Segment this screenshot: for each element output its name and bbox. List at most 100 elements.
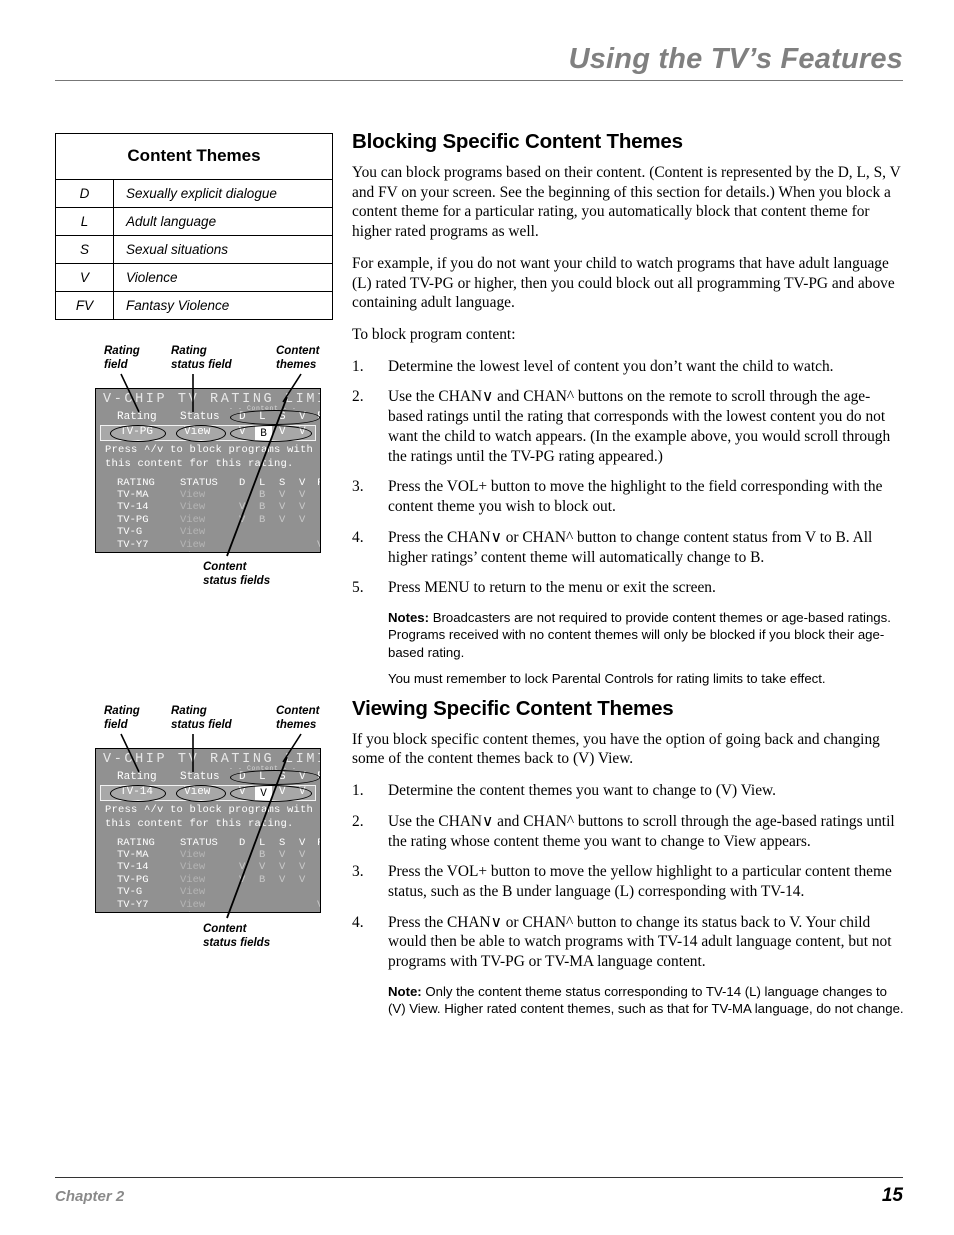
section-heading-viewing: Viewing Specific Content Themes bbox=[352, 696, 674, 720]
tv-cursor-field[interactable]: B bbox=[255, 425, 272, 441]
row-status[interactable]: View bbox=[180, 886, 205, 898]
tv-highlight-rating[interactable]: TV-PG bbox=[120, 426, 153, 438]
header-rule bbox=[55, 80, 903, 82]
row-S[interactable]: V bbox=[279, 489, 285, 501]
list-item: 4. Press the CHAN∨ or CHAN^ button to ch… bbox=[352, 913, 904, 972]
note-label: Note: bbox=[388, 983, 422, 999]
tv-col-V: V bbox=[299, 411, 306, 423]
row-V[interactable]: V bbox=[299, 501, 305, 513]
table-row[interactable]: TV-G View bbox=[96, 526, 320, 538]
tv-col-S: S bbox=[279, 771, 286, 783]
table-row[interactable]: TV-Y View bbox=[96, 551, 320, 552]
row-L[interactable]: B bbox=[259, 489, 265, 501]
row-L[interactable]: B bbox=[259, 874, 265, 886]
row-status[interactable]: View bbox=[180, 849, 205, 861]
step-number: 1. bbox=[352, 782, 364, 800]
tv-highlight-D[interactable]: V bbox=[239, 426, 246, 438]
row-V[interactable]: V bbox=[299, 874, 305, 886]
row-status[interactable]: View bbox=[180, 514, 205, 526]
list-item: 5. Press MENU to return to the menu or e… bbox=[352, 578, 904, 598]
row-L[interactable]: V bbox=[259, 861, 265, 873]
row-status[interactable]: View bbox=[180, 489, 205, 501]
callout-rating-field: Rating field bbox=[104, 345, 140, 372]
row-V[interactable]: V bbox=[299, 849, 305, 861]
table-row[interactable]: TV-MA View B V V bbox=[96, 489, 320, 501]
table-row[interactable]: TV-Y View bbox=[96, 911, 320, 912]
table-row[interactable]: TV-MA View B V V bbox=[96, 849, 320, 861]
step-number: 5. bbox=[352, 579, 364, 597]
tv-highlight-D[interactable]: V bbox=[239, 786, 246, 798]
callout-rating-status-field: Rating status field bbox=[171, 705, 232, 732]
table-row[interactable]: TV-Y7 View V bbox=[96, 899, 320, 911]
step-text: Use the CHAN∨ and CHAN^ buttons to scrol… bbox=[388, 812, 895, 850]
row-S[interactable]: V bbox=[279, 874, 285, 886]
tv-screen-1: V-CHIP TV RATING LIMIT - - Content - - R… bbox=[95, 388, 321, 553]
row-L[interactable]: B bbox=[259, 514, 265, 526]
section-heading-blocking: Blocking Specific Content Themes bbox=[352, 130, 683, 153]
row-V[interactable]: V bbox=[299, 514, 305, 526]
viewing-steps-list: 1. Determine the content themes you want… bbox=[352, 781, 904, 972]
list-item: 2. Use the CHAN∨ and CHAN^ buttons on th… bbox=[352, 387, 904, 466]
row-status[interactable]: View bbox=[180, 874, 205, 886]
row-rating: TV-G bbox=[117, 526, 143, 539]
callout-content-themes: Content themes bbox=[276, 345, 320, 372]
row-V[interactable]: V bbox=[299, 489, 305, 501]
step-text: Determine the lowest level of content yo… bbox=[388, 357, 834, 375]
row-D[interactable]: V bbox=[239, 861, 245, 873]
table-row[interactable]: TV-G View bbox=[96, 886, 320, 898]
row-D[interactable]: V bbox=[239, 874, 245, 886]
tv-highlight-status[interactable]: View bbox=[184, 426, 210, 438]
tv-screen-2: V-CHIP TV RATING LIMIT - - Content - - R… bbox=[95, 748, 321, 913]
row-S[interactable]: V bbox=[279, 849, 285, 861]
row-status[interactable]: View bbox=[180, 911, 205, 912]
row-D[interactable]: V bbox=[239, 514, 245, 526]
blocking-paragraph-2: For example, if you do not want your chi… bbox=[352, 254, 895, 312]
callout-content-status-fields: Content status fields bbox=[203, 923, 271, 950]
row-FV[interactable]: V bbox=[317, 539, 320, 551]
row-S[interactable]: V bbox=[279, 514, 285, 526]
step-text: Press the CHAN∨ or CHAN^ button to chang… bbox=[388, 913, 892, 971]
row-status[interactable]: View bbox=[180, 526, 205, 538]
row-FV[interactable]: V bbox=[317, 899, 320, 911]
blocking-paragraph-3: To block program content: bbox=[352, 326, 516, 344]
row-rating: TV-14 bbox=[117, 501, 149, 514]
row-L[interactable]: B bbox=[259, 501, 265, 513]
row-rating: TV-MA bbox=[117, 849, 149, 861]
page-header: Using the TV’s Features bbox=[55, 44, 903, 82]
tv-highlight-rating[interactable]: TV-14 bbox=[120, 786, 153, 798]
row-status[interactable]: View bbox=[180, 861, 205, 873]
row-S[interactable]: V bbox=[279, 501, 285, 513]
tv-list-col-FV: FV bbox=[317, 477, 320, 489]
theme-desc: Sexual situations bbox=[113, 235, 333, 264]
table-row[interactable]: TV-14 View V V V V bbox=[96, 861, 320, 873]
tv-cursor-field[interactable]: V bbox=[255, 785, 272, 801]
list-item: 1. Determine the content themes you want… bbox=[352, 781, 904, 801]
tv-highlight-S[interactable]: V bbox=[279, 426, 286, 438]
row-rating: TV-Y bbox=[117, 551, 142, 552]
tv-highlight-status[interactable]: View bbox=[184, 786, 210, 798]
tv-highlight-V[interactable]: V bbox=[299, 786, 306, 798]
row-rating: TV-Y7 bbox=[117, 898, 149, 911]
table-row[interactable]: TV-PG View V B V V bbox=[96, 874, 320, 886]
callout-rating-field: Rating field bbox=[104, 705, 140, 732]
row-status[interactable]: View bbox=[180, 501, 205, 513]
tv-col-FV: FV bbox=[317, 771, 320, 783]
row-D[interactable]: V bbox=[239, 501, 245, 513]
blocking-notes-1: Notes: Broadcasters are not required to … bbox=[352, 609, 904, 661]
row-rating: TV-G bbox=[117, 886, 143, 899]
tv-highlight-V[interactable]: V bbox=[299, 426, 306, 438]
table-row: S Sexual situations bbox=[55, 235, 333, 264]
row-L[interactable]: B bbox=[259, 849, 265, 861]
table-row[interactable]: TV-Y7 View V bbox=[96, 539, 320, 551]
row-status[interactable]: View bbox=[180, 539, 205, 551]
row-status[interactable]: View bbox=[180, 551, 205, 552]
callout-content-status-fields: Content status fields bbox=[203, 561, 271, 588]
row-S[interactable]: V bbox=[279, 861, 285, 873]
row-V[interactable]: V bbox=[299, 861, 305, 873]
table-row[interactable]: TV-PG View V B V V bbox=[96, 514, 320, 526]
tv-list-col-FV: FV bbox=[317, 837, 320, 849]
tv-col-status: Status bbox=[180, 411, 220, 423]
row-status[interactable]: View bbox=[180, 899, 205, 911]
table-row[interactable]: TV-14 View V B V V bbox=[96, 501, 320, 513]
tv-highlight-S[interactable]: V bbox=[279, 786, 286, 798]
